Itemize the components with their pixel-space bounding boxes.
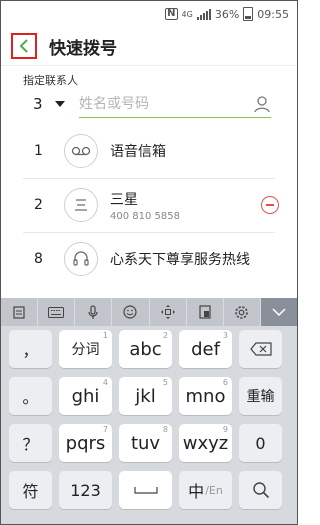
key-segment[interactable]: 分词 1 <box>59 330 112 368</box>
header: 快速拨号 <box>1 27 297 66</box>
backspace-key[interactable] <box>239 330 282 368</box>
contact-name: 语音信箱 <box>110 144 166 160</box>
key-hint: 6 <box>222 378 228 387</box>
assign-contact-section: 指定联系人 3 <box>1 66 297 118</box>
key-123[interactable]: 123 <box>59 471 112 509</box>
nfc-icon: N <box>165 8 178 20</box>
key-comma[interactable]: ， <box>9 330 52 368</box>
speed-dial-index: 1 <box>34 143 43 159</box>
search-key[interactable] <box>239 471 282 509</box>
status-bar: N 4G 36% 09:55 <box>1 1 297 27</box>
key-hint: 2 <box>162 331 168 340</box>
key-def[interactable]: def 3 <box>179 330 232 368</box>
emoji-icon[interactable] <box>112 298 150 326</box>
chevron-left-icon <box>19 39 28 53</box>
key-question[interactable]: ？ <box>9 424 52 462</box>
speed-dial-list: 1 语音信箱 2 三星 400 810 5858 8 心系天下尊享服务热线 <box>1 124 297 286</box>
key-label: pqrs <box>65 432 106 454</box>
clipboard-icon[interactable] <box>1 298 39 326</box>
keyboard: ， 分词 1 abc 2 def 3 。 ghi 4 jkl 5 mno 6 重输 ？ pq… <box>1 298 297 524</box>
contact-name: 三星 <box>110 191 138 208</box>
assign-contact-label: 指定联系人 <box>23 74 78 87</box>
key-hint: 5 <box>162 378 168 387</box>
contact-number: 400 810 5858 <box>110 210 180 222</box>
one-hand-icon[interactable] <box>187 298 224 326</box>
key-zero[interactable]: 0 <box>239 424 282 462</box>
key-tuv[interactable]: tuv 8 <box>119 424 172 462</box>
battery-icon <box>243 7 254 21</box>
cursor-move-icon[interactable] <box>150 298 187 326</box>
key-hint: 4 <box>102 378 108 387</box>
settings-icon[interactable] <box>224 298 261 326</box>
key-hint: 8 <box>162 425 168 434</box>
key-wxyz[interactable]: wxyz 9 <box>179 424 232 462</box>
collapse-icon[interactable] <box>260 298 297 326</box>
key-lang-suffix: /En <box>205 483 223 497</box>
key-mno[interactable]: mno 6 <box>179 377 232 415</box>
key-label: ghi <box>71 385 100 407</box>
key-label: mno <box>185 385 226 407</box>
network-type: 4G <box>181 9 193 19</box>
contact-name: 心系天下尊享服务热线 <box>110 252 250 268</box>
key-label: 中 <box>188 482 205 501</box>
contact-search-input[interactable] <box>79 95 253 112</box>
space-icon <box>133 487 158 494</box>
key-period[interactable]: 。 <box>9 377 52 415</box>
backspace-icon <box>249 342 272 356</box>
key-pqrs[interactable]: pqrs 7 <box>59 424 112 462</box>
key-jkl[interactable]: jkl 5 <box>119 377 172 415</box>
key-hint: 1 <box>102 331 108 340</box>
key-label: jkl <box>135 385 156 407</box>
key-ghi[interactable]: ghi 4 <box>59 377 112 415</box>
key-label: tuv <box>130 432 161 454</box>
space-key[interactable] <box>119 471 172 509</box>
mic-icon[interactable] <box>75 298 113 326</box>
speed-dial-item[interactable]: 8 心系天下尊享服务热线 <box>1 232 297 286</box>
speed-dial-item[interactable]: 2 三星 400 810 5858 <box>1 178 297 232</box>
key-label: def <box>191 338 220 360</box>
page-title: 快速拨号 <box>49 38 117 59</box>
key-reset[interactable]: 重输 <box>239 377 282 415</box>
speed-dial-index: 2 <box>34 197 43 213</box>
language-switch-key[interactable]: 中/En <box>179 471 232 509</box>
keyboard-toolbar <box>1 298 297 326</box>
dropdown-arrow-icon[interactable] <box>55 101 65 107</box>
app-window: N 4G 36% 09:55 快速拨号 指定联系人 3 姓名或号码 1 语音信箱… <box>0 0 298 525</box>
key-hint: 9 <box>222 425 228 434</box>
key-hint: 7 <box>102 425 108 434</box>
headset-icon <box>64 242 98 276</box>
battery-percent: 36% <box>214 7 240 21</box>
clock: 09:55 <box>257 7 289 21</box>
speed-dial-number-select[interactable]: 3 <box>23 95 55 113</box>
contact-icon <box>64 188 98 222</box>
search-box <box>79 91 271 118</box>
key-label: abc <box>129 338 162 360</box>
signal-icon <box>196 8 211 20</box>
key-hint: 3 <box>222 331 228 340</box>
speed-dial-index: 8 <box>34 251 43 267</box>
minus-icon <box>266 204 274 206</box>
key-symbols[interactable]: 符 <box>9 471 52 509</box>
key-label: 分词 <box>71 342 100 358</box>
keyboard-keys: ， 分词 1 abc 2 def 3 。 ghi 4 jkl 5 mno 6 重输 ？ pq… <box>1 326 297 509</box>
key-abc[interactable]: abc 2 <box>119 330 172 368</box>
key-label: wxyz <box>182 432 229 454</box>
remove-button[interactable] <box>261 196 279 214</box>
back-button[interactable] <box>11 33 37 59</box>
keyboard-icon[interactable] <box>38 298 76 326</box>
contact-picker-icon[interactable] <box>253 95 271 113</box>
speed-dial-item[interactable]: 1 语音信箱 <box>1 124 297 178</box>
assign-row: 3 <box>23 90 275 118</box>
voicemail-icon <box>64 134 98 168</box>
search-icon <box>252 482 269 499</box>
